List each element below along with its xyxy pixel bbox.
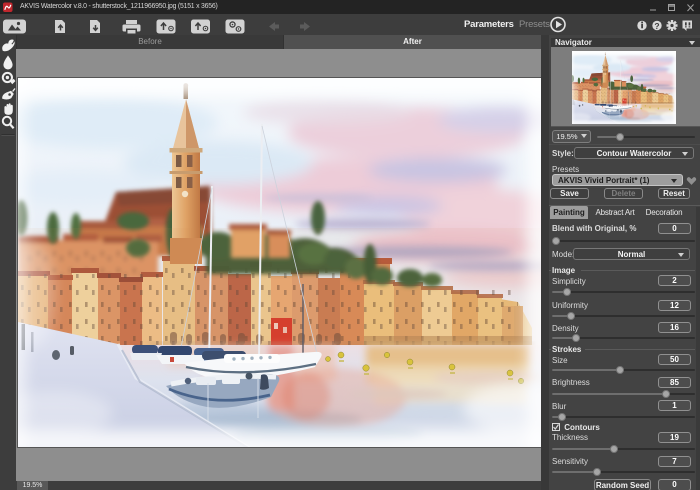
svg-text:?: ?: [654, 21, 659, 31]
